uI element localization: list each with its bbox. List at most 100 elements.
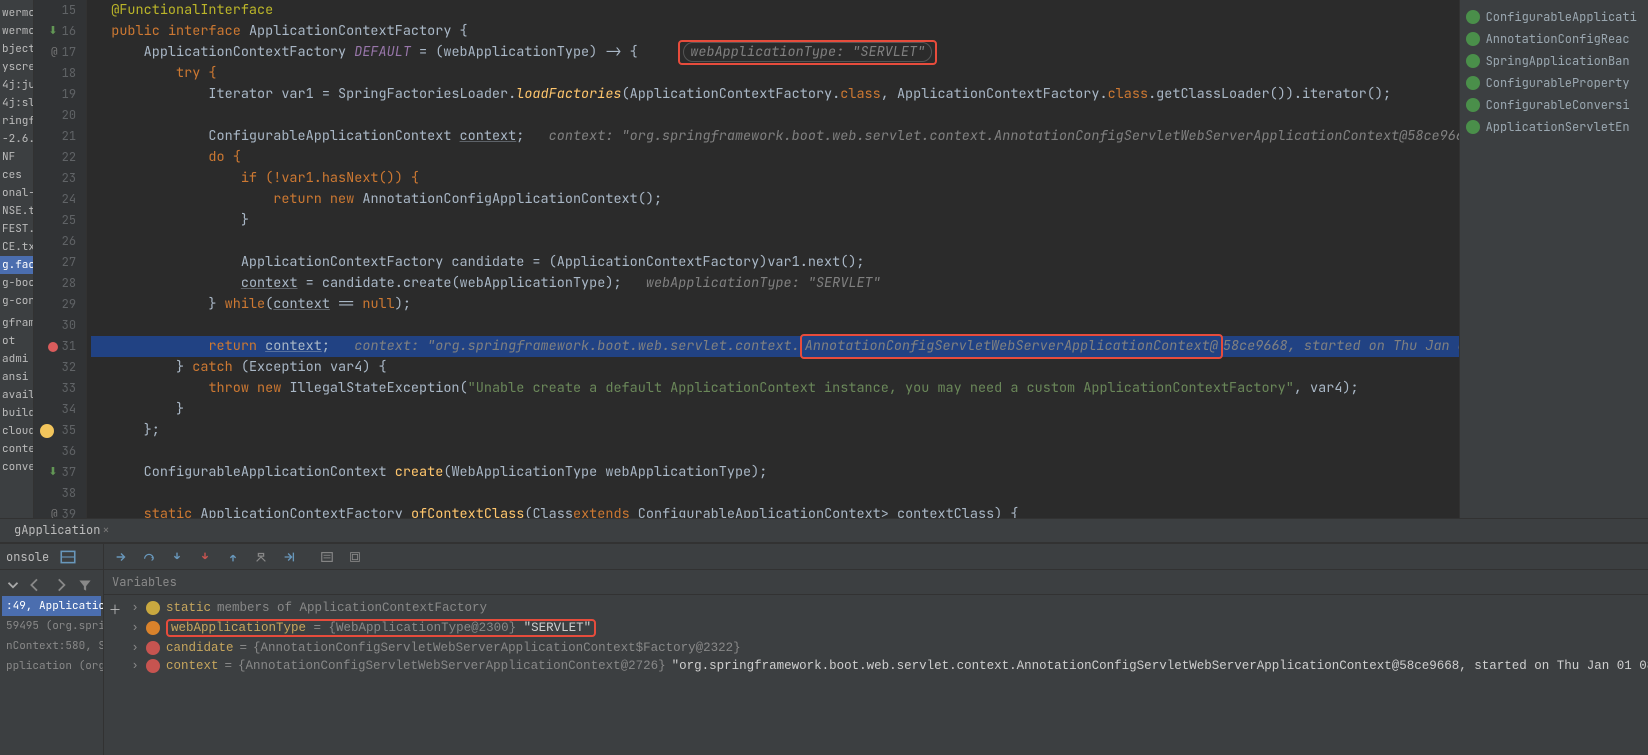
step-into-icon[interactable] xyxy=(168,548,186,566)
trace-icon[interactable] xyxy=(346,548,364,566)
override-icon[interactable]: ⬇ xyxy=(48,462,57,483)
code-line[interactable]: ConfigurableApplicationContext context; … xyxy=(91,126,1459,147)
step-out-icon[interactable] xyxy=(224,548,242,566)
new-watch-icon[interactable]: ＋ xyxy=(106,599,124,617)
project-item[interactable]: ringfra xyxy=(0,112,33,130)
expand-icon[interactable]: › xyxy=(130,659,140,673)
gutter-row[interactable]: ⬇16 xyxy=(34,21,86,42)
fold-marker[interactable] xyxy=(91,168,111,189)
gutter-row[interactable]: 18 xyxy=(34,63,86,84)
editor-gutter[interactable]: 15⬇16@1718192021222324252627282930313233… xyxy=(34,0,87,518)
project-tool-window[interactable]: wermcwermcbjectcyscrea4j:jul-14j:slf4rin… xyxy=(0,0,34,518)
fold-marker[interactable] xyxy=(91,420,111,441)
project-item[interactable]: conte xyxy=(0,440,33,458)
project-item[interactable]: g.facto xyxy=(0,256,33,274)
structure-item[interactable]: ConfigurableApplicati xyxy=(1464,6,1644,28)
fold-marker[interactable] xyxy=(91,210,111,231)
variable-row[interactable]: ›webApplicationType = {WebApplicationTyp… xyxy=(126,617,1648,639)
project-item[interactable]: g-boo xyxy=(0,274,33,292)
gutter-row[interactable]: 23 xyxy=(34,168,86,189)
fold-marker[interactable] xyxy=(91,231,111,252)
fold-marker[interactable] xyxy=(91,462,111,483)
gutter-row[interactable]: 29 xyxy=(34,294,86,315)
variable-row[interactable]: ›context = {AnnotationConfigServletWebSe… xyxy=(126,657,1648,675)
project-item[interactable]: wermc xyxy=(0,22,33,40)
fold-marker[interactable] xyxy=(91,0,111,21)
gutter-row[interactable]: 36 xyxy=(34,441,86,462)
code-line[interactable] xyxy=(91,315,1459,336)
variables-tree[interactable]: ＋ ›static members of ApplicationContextF… xyxy=(104,595,1648,755)
force-step-into-icon[interactable] xyxy=(196,548,214,566)
code-line[interactable]: public interface ApplicationContextFacto… xyxy=(91,21,1459,42)
project-item[interactable]: builde xyxy=(0,404,33,422)
project-item[interactable]: ot xyxy=(0,332,33,350)
stack-frame[interactable]: 59495 (org.spring xyxy=(2,616,101,636)
gutter-row[interactable]: 30 xyxy=(34,315,86,336)
project-item[interactable]: 4j:slf4 xyxy=(0,94,33,112)
evaluate-expression-icon[interactable] xyxy=(318,548,336,566)
fold-marker[interactable] xyxy=(91,378,111,399)
project-item[interactable]: g-con xyxy=(0,292,33,310)
project-item[interactable]: conve xyxy=(0,458,33,476)
gutter-row[interactable]: 28 xyxy=(34,273,86,294)
fold-marker[interactable] xyxy=(91,105,111,126)
editor-tabs[interactable]: gApplication× xyxy=(0,518,1648,543)
code-line[interactable]: static ApplicationContextFactory ofConte… xyxy=(91,504,1459,518)
gutter-row[interactable]: 24 xyxy=(34,189,86,210)
code-line[interactable]: try { xyxy=(91,63,1459,84)
run-to-cursor-icon[interactable] xyxy=(280,548,298,566)
gutter-row[interactable]: ⬇37 xyxy=(34,462,86,483)
structure-item[interactable]: SpringApplicationBan xyxy=(1464,50,1644,72)
console-tab-label[interactable]: onsole xyxy=(6,549,49,565)
variable-row[interactable]: ›static members of ApplicationContextFac… xyxy=(126,599,1648,617)
code-line[interactable]: }; xyxy=(91,420,1459,441)
code-line[interactable] xyxy=(91,105,1459,126)
structure-item[interactable]: ConfigurableConversi xyxy=(1464,94,1644,116)
gutter-row[interactable]: 31 xyxy=(34,336,86,357)
code-line[interactable]: } xyxy=(91,399,1459,420)
dropdown-icon[interactable] xyxy=(4,576,22,594)
code-line[interactable]: return new AnnotationConfigApplicationCo… xyxy=(91,189,1459,210)
code-line[interactable]: do { xyxy=(91,147,1459,168)
project-item[interactable]: CE.txt xyxy=(0,238,33,256)
structure-item[interactable]: AnnotationConfigReac xyxy=(1464,28,1644,50)
fold-marker[interactable] xyxy=(91,399,111,420)
prev-frame-icon[interactable] xyxy=(28,576,46,594)
fold-marker[interactable] xyxy=(91,126,111,147)
gutter-row[interactable]: 35 xyxy=(34,420,86,441)
code-line[interactable] xyxy=(91,483,1459,504)
code-line[interactable]: ApplicationContextFactory DEFAULT = (web… xyxy=(91,42,1459,63)
project-item[interactable]: ansi xyxy=(0,368,33,386)
code-line[interactable]: } catch (Exception var4) { xyxy=(91,357,1459,378)
gutter-row[interactable]: 26 xyxy=(34,231,86,252)
fold-marker[interactable] xyxy=(91,336,111,357)
gutter-row[interactable]: 38 xyxy=(34,483,86,504)
gutter-row[interactable]: 19 xyxy=(34,84,86,105)
code-line[interactable]: } while(context == null); xyxy=(91,294,1459,315)
code-line[interactable]: Iterator var1 = SpringFactoriesLoader.lo… xyxy=(91,84,1459,105)
editor-tab[interactable]: gApplication× xyxy=(6,520,118,540)
project-item[interactable]: 4j:jul-1 xyxy=(0,76,33,94)
code-line[interactable] xyxy=(91,441,1459,462)
code-line[interactable]: throw new IllegalStateException("Unable … xyxy=(91,378,1459,399)
gutter-row[interactable]: 21 xyxy=(34,126,86,147)
project-item[interactable]: yscrea xyxy=(0,58,33,76)
fold-marker[interactable] xyxy=(91,273,111,294)
layout-icon[interactable] xyxy=(59,548,77,566)
gutter-row[interactable]: @17 xyxy=(34,42,86,63)
code-editor[interactable]: @FunctionalInterface public interface Ap… xyxy=(87,0,1459,518)
close-icon[interactable]: × xyxy=(102,522,109,538)
breakpoint-icon[interactable] xyxy=(48,342,58,352)
project-item[interactable]: wermc xyxy=(0,4,33,22)
code-line[interactable]: } xyxy=(91,210,1459,231)
step-over-icon[interactable] xyxy=(140,548,158,566)
gutter-row[interactable]: 34 xyxy=(34,399,86,420)
intention-bulb-icon[interactable] xyxy=(40,424,54,438)
structure-item[interactable]: ApplicationServletEn xyxy=(1464,116,1644,138)
gutter-row[interactable]: 25 xyxy=(34,210,86,231)
gutter-row[interactable]: 27 xyxy=(34,252,86,273)
fold-marker[interactable] xyxy=(91,441,111,462)
project-item[interactable]: admi xyxy=(0,350,33,368)
project-item[interactable]: onal-s xyxy=(0,184,33,202)
code-line[interactable]: @FunctionalInterface xyxy=(91,0,1459,21)
